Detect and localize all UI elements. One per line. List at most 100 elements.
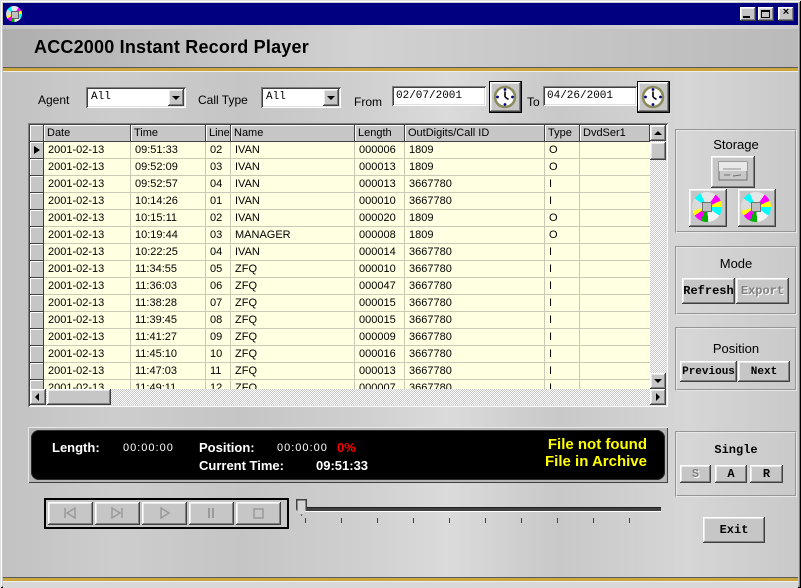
call-type-dropdown-button[interactable]: [323, 89, 339, 106]
column-header-type[interactable]: Type: [545, 125, 580, 142]
close-button[interactable]: ×: [778, 7, 794, 21]
cd-storage-button-1[interactable]: [689, 189, 727, 227]
vertical-scroll-thumb[interactable]: [650, 142, 666, 160]
row-selector[interactable]: [30, 176, 44, 193]
table-row[interactable]: 2001-02-1309:52:5704IVAN0000133667780I: [30, 176, 650, 193]
agent-dropdown[interactable]: All: [86, 87, 186, 108]
mode-title: Mode: [677, 256, 795, 271]
cell-length: 000014: [355, 244, 405, 261]
table-row[interactable]: 2001-02-1310:19:4403MANAGER0000081809O: [30, 227, 650, 244]
position-percent: 0%: [337, 440, 356, 455]
table-row[interactable]: 2001-02-1311:49:1112ZFQ0000073667780I: [30, 380, 650, 389]
stop-button[interactable]: [236, 502, 281, 525]
cell-date: 2001-02-13: [44, 193, 131, 210]
row-selector[interactable]: [30, 227, 44, 244]
next-button[interactable]: Next: [738, 361, 790, 382]
cell-time: 10:19:44: [131, 227, 206, 244]
row-selector[interactable]: [30, 159, 44, 176]
scroll-right-button[interactable]: [650, 389, 666, 405]
row-selector[interactable]: [30, 261, 44, 278]
to-date-picker-button[interactable]: [638, 82, 669, 112]
row-selector[interactable]: [30, 380, 44, 389]
call-type-dropdown[interactable]: All: [261, 87, 341, 108]
cell-time: 11:34:55: [131, 261, 206, 278]
scroll-down-button[interactable]: [650, 373, 666, 389]
exit-button[interactable]: Exit: [703, 517, 765, 543]
content-area: ACC2000 Instant Record Player Agent All …: [3, 25, 798, 585]
column-header-dvdser1[interactable]: DvdSer1: [580, 125, 650, 142]
cell-out: 3667780: [405, 295, 545, 312]
cell-name: IVAN: [231, 176, 355, 193]
row-selector[interactable]: [30, 142, 44, 159]
cell-time: 11:41:27: [131, 329, 206, 346]
row-selector[interactable]: [30, 295, 44, 312]
column-header-line[interactable]: Line: [206, 125, 231, 142]
row-selector[interactable]: [30, 278, 44, 295]
refresh-button[interactable]: Refresh: [682, 278, 735, 304]
skip-to-start-button[interactable]: [48, 502, 93, 525]
cell-time: 09:52:57: [131, 176, 206, 193]
row-selector[interactable]: [30, 346, 44, 363]
table-row[interactable]: 2001-02-1311:39:4508ZFQ0000153667780I: [30, 312, 650, 329]
cell-time: 09:52:09: [131, 159, 206, 176]
table-row[interactable]: 2001-02-1310:15:1102IVAN0000201809O: [30, 210, 650, 227]
row-selector[interactable]: [30, 210, 44, 227]
cell-name: MANAGER: [231, 227, 355, 244]
single-r-button[interactable]: R: [750, 465, 783, 483]
previous-button[interactable]: Previous: [680, 361, 737, 382]
horizontal-scrollbar[interactable]: [30, 389, 666, 405]
table-row[interactable]: 2001-02-1311:41:2709ZFQ0000093667780I: [30, 329, 650, 346]
row-selector[interactable]: [30, 193, 44, 210]
play-button[interactable]: [142, 502, 187, 525]
minimize-button[interactable]: [740, 7, 756, 21]
cd-storage-button-2[interactable]: [738, 189, 776, 227]
single-a-button[interactable]: A: [715, 465, 747, 483]
vertical-scrollbar[interactable]: [650, 125, 666, 389]
titlebar[interactable]: ×: [3, 3, 798, 25]
cell-line: 12: [206, 380, 231, 389]
cell-type: I: [545, 176, 580, 193]
from-date-field[interactable]: 02/07/2001: [392, 86, 486, 106]
row-selector[interactable]: [30, 244, 44, 261]
cell-out: 3667780: [405, 312, 545, 329]
horizontal-scroll-thumb[interactable]: [47, 389, 111, 405]
stop-icon: [247, 505, 269, 521]
table-row[interactable]: 2001-02-1310:14:2601IVAN0000103667780I: [30, 193, 650, 210]
table-row[interactable]: 2001-02-1309:51:3302IVAN0000061809O: [30, 142, 650, 159]
table-row[interactable]: 2001-02-1311:47:0311ZFQ0000133667780I: [30, 363, 650, 380]
slider-track[interactable]: [303, 507, 661, 511]
single-s-button[interactable]: S: [680, 465, 711, 483]
pause-button[interactable]: [189, 502, 234, 525]
slider-thumb[interactable]: [296, 499, 307, 516]
pause-icon: [200, 505, 222, 521]
from-date-picker-button[interactable]: [490, 82, 521, 112]
maximize-button[interactable]: [758, 7, 774, 21]
close-icon: ×: [778, 6, 794, 18]
table-row[interactable]: 2001-02-1311:45:1010ZFQ0000163667780I: [30, 346, 650, 363]
row-selector[interactable]: [30, 312, 44, 329]
cell-out: 3667780: [405, 193, 545, 210]
column-header-outdigits[interactable]: OutDigits/Call ID: [405, 125, 545, 142]
agent-dropdown-button[interactable]: [168, 89, 184, 106]
to-date-field[interactable]: 04/26/2001: [543, 86, 637, 106]
table-row[interactable]: 2001-02-1309:52:0903IVAN0000131809O: [30, 159, 650, 176]
page-title: ACC2000 Instant Record Player: [34, 37, 309, 58]
slider-ticks: [305, 518, 661, 523]
column-header-length[interactable]: Length: [355, 125, 405, 142]
table-row[interactable]: 2001-02-1311:36:0306ZFQ0000473667780I: [30, 278, 650, 295]
table-row[interactable]: 2001-02-1311:34:5505ZFQ0000103667780I: [30, 261, 650, 278]
scroll-left-button[interactable]: [30, 389, 46, 405]
hard-disk-button[interactable]: [711, 156, 755, 188]
column-header-time[interactable]: Time: [131, 125, 206, 142]
row-selector[interactable]: [30, 329, 44, 346]
seek-slider[interactable]: [296, 498, 668, 530]
scroll-up-button[interactable]: [650, 125, 666, 141]
column-header-date[interactable]: Date: [44, 125, 131, 142]
export-button[interactable]: Export: [736, 278, 789, 304]
table-row[interactable]: 2001-02-1311:38:2807ZFQ0000153667780I: [30, 295, 650, 312]
column-header-name[interactable]: Name: [231, 125, 355, 142]
table-row[interactable]: 2001-02-1310:22:2504IVAN0000143667780I: [30, 244, 650, 261]
records-grid: Date Time Line Name Length OutDigits/Cal…: [28, 123, 668, 407]
skip-to-end-button[interactable]: [95, 502, 140, 525]
row-selector[interactable]: [30, 363, 44, 380]
